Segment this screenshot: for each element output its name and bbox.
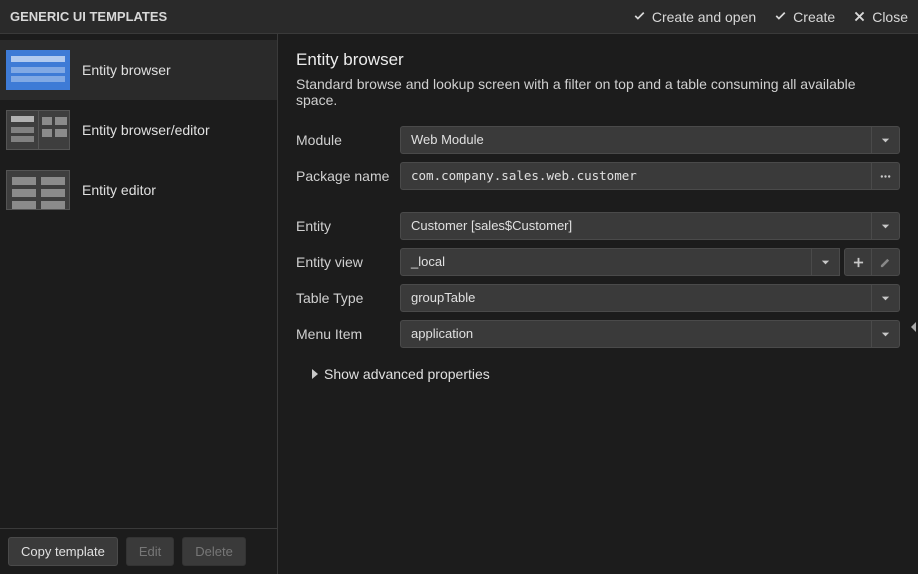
header: GENERIC UI TEMPLATES Create and open Cre…: [0, 0, 918, 34]
page-description: Standard browse and lookup screen with a…: [296, 76, 900, 108]
delete-button[interactable]: Delete: [182, 537, 246, 566]
check-icon: [774, 10, 787, 23]
template-thumb-icon: [6, 170, 70, 210]
template-item-entity-browser-editor[interactable]: Entity browser/editor: [0, 100, 277, 160]
sidebar-footer: Copy template Edit Delete: [0, 528, 277, 574]
sidebar: Entity browser Entity browser/editor: [0, 34, 278, 574]
chevron-down-icon: [880, 221, 891, 232]
table-type-select[interactable]: groupTable: [400, 284, 872, 312]
form: Module Web Module Package name com.compa…: [296, 126, 900, 348]
chevron-down-icon: [820, 257, 831, 268]
entity-view-select[interactable]: _local: [400, 248, 812, 276]
template-thumb-icon: [6, 110, 70, 150]
template-label: Entity editor: [82, 182, 156, 198]
create-label: Create: [793, 9, 835, 25]
create-button[interactable]: Create: [774, 9, 835, 25]
copy-template-button[interactable]: Copy template: [8, 537, 118, 566]
chevron-down-icon: [880, 135, 891, 146]
chevron-left-icon: [910, 322, 918, 332]
create-and-open-label: Create and open: [652, 9, 756, 25]
close-label: Close: [872, 9, 908, 25]
ellipsis-icon: [880, 171, 891, 182]
edit-button[interactable]: Edit: [126, 537, 174, 566]
entity-view-edit-button[interactable]: [872, 248, 900, 276]
plus-icon: [853, 257, 864, 268]
template-label: Entity browser/editor: [82, 122, 210, 138]
template-item-entity-browser[interactable]: Entity browser: [0, 40, 277, 100]
package-browse-button[interactable]: [872, 162, 900, 190]
template-list: Entity browser Entity browser/editor: [0, 34, 277, 528]
menu-item-label: Menu Item: [296, 326, 394, 342]
row-table-type: Table Type groupTable: [296, 284, 900, 312]
pencil-icon: [880, 257, 891, 268]
window-title: GENERIC UI TEMPLATES: [10, 9, 633, 24]
row-package: Package name com.company.sales.web.custo…: [296, 162, 900, 190]
template-item-entity-editor[interactable]: Entity editor: [0, 160, 277, 220]
template-label: Entity browser: [82, 62, 171, 78]
table-type-label: Table Type: [296, 290, 394, 306]
close-button[interactable]: Close: [853, 9, 908, 25]
module-select[interactable]: Web Module: [400, 126, 872, 154]
chevron-down-icon: [880, 329, 891, 340]
package-input[interactable]: com.company.sales.web.customer: [400, 162, 872, 190]
row-entity-view: Entity view _local: [296, 248, 900, 276]
entity-view-label: Entity view: [296, 254, 394, 270]
show-advanced-label: Show advanced properties: [324, 366, 490, 382]
entity-view-add-button[interactable]: [844, 248, 872, 276]
table-type-dropdown-button[interactable]: [872, 284, 900, 312]
show-advanced-toggle[interactable]: Show advanced properties: [312, 366, 900, 382]
menu-item-dropdown-button[interactable]: [872, 320, 900, 348]
caret-right-icon: [312, 369, 318, 379]
create-and-open-button[interactable]: Create and open: [633, 9, 756, 25]
entity-label: Entity: [296, 218, 394, 234]
menu-item-select[interactable]: application: [400, 320, 872, 348]
entity-select[interactable]: Customer [sales$Customer]: [400, 212, 872, 240]
row-entity: Entity Customer [sales$Customer]: [296, 212, 900, 240]
row-module: Module Web Module: [296, 126, 900, 154]
package-label: Package name: [296, 168, 394, 184]
module-label: Module: [296, 132, 394, 148]
row-menu-item: Menu Item application: [296, 320, 900, 348]
chevron-down-icon: [880, 293, 891, 304]
close-icon: [853, 10, 866, 23]
template-thumb-icon: [6, 50, 70, 90]
module-dropdown-button[interactable]: [872, 126, 900, 154]
entity-dropdown-button[interactable]: [872, 212, 900, 240]
entity-view-dropdown-button[interactable]: [812, 248, 840, 276]
check-icon: [633, 10, 646, 23]
panel-collapse-handle[interactable]: [910, 320, 918, 334]
page-title: Entity browser: [296, 50, 900, 70]
main-panel: Entity browser Standard browse and looku…: [278, 34, 918, 574]
